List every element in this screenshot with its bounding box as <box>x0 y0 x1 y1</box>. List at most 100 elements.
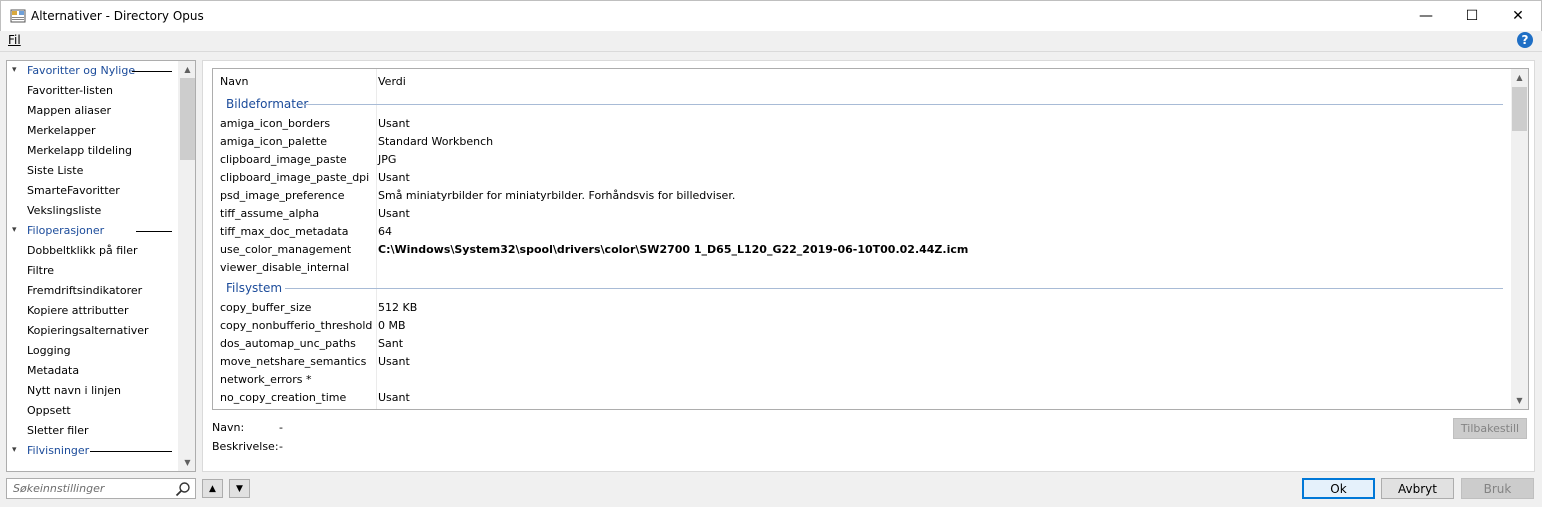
tree-item[interactable]: Vekslingsliste <box>7 201 195 221</box>
cancel-button[interactable]: Avbryt <box>1381 478 1454 499</box>
tree-item[interactable]: Merkelapp tildeling <box>7 141 195 161</box>
setting-row[interactable]: clipboard_image_paste JPG <box>213 151 1511 169</box>
tree-scrollbar[interactable]: ▲ ▼ <box>178 61 195 471</box>
name-label: Navn: <box>212 421 245 434</box>
setting-row[interactable]: tiff_max_doc_metadata 64 <box>213 223 1511 241</box>
tree-item[interactable]: Kopieringsalternativer <box>7 321 195 341</box>
move-down-button[interactable]: ▼ <box>229 479 250 498</box>
scroll-up-icon[interactable]: ▲ <box>1511 69 1528 86</box>
tree-item[interactable]: Kopiere attributter <box>7 301 195 321</box>
setting-value[interactable]: Usant <box>378 205 410 223</box>
column-header-name[interactable]: Navn <box>220 75 248 88</box>
tree-group-label: Filvisninger <box>27 444 90 457</box>
window-title: Alternativer - Directory Opus <box>31 9 204 23</box>
setting-row[interactable]: use_color_management C:\Windows\System32\… <box>213 241 1511 259</box>
setting-row[interactable]: psd_image_preference Små miniatyrbilder f… <box>213 187 1511 205</box>
setting-name: move_netshare_semantics <box>220 355 367 368</box>
minimize-button[interactable]: — <box>1403 1 1449 31</box>
setting-row[interactable]: clipboard_image_paste_dpi Usant <box>213 169 1511 187</box>
setting-value[interactable]: Standard Workbench <box>378 133 493 151</box>
scroll-thumb[interactable] <box>1512 87 1527 131</box>
tree-item[interactable]: Logging <box>7 341 195 361</box>
setting-name: clipboard_image_paste_dpi <box>220 171 370 184</box>
setting-row[interactable]: tiff_assume_alpha Usant <box>213 205 1511 223</box>
close-icon: ✕ <box>1512 8 1524 24</box>
tree-group[interactable]: ▾ Filvisninger <box>7 441 195 461</box>
setting-row[interactable]: amiga_icon_palette Standard Workbench <box>213 133 1511 151</box>
reset-button[interactable]: Tilbakestill <box>1453 418 1527 439</box>
tree-item[interactable]: Fremdriftsindikatorer <box>7 281 195 301</box>
setting-row[interactable]: viewer_disable_internal <box>213 259 1511 277</box>
maximize-button[interactable]: ☐ <box>1449 1 1495 31</box>
tree-item[interactable]: Nytt navn i linjen <box>7 381 195 401</box>
tree-item[interactable]: SmarteFavoritter <box>7 181 195 201</box>
setting-row[interactable]: no_copy_creation_time Usant <box>213 389 1511 407</box>
setting-value[interactable]: Sant <box>378 335 403 353</box>
setting-row[interactable]: amiga_icon_borders Usant <box>213 115 1511 133</box>
directory-opus-app-icon <box>10 9 26 23</box>
setting-value[interactable]: C:\Windows\System32\spool\drivers\color\… <box>378 241 968 259</box>
tree-item[interactable]: Favoritter-listen <box>7 81 195 101</box>
search-field[interactable] <box>6 478 196 499</box>
search-icon[interactable] <box>175 481 191 497</box>
setting-row[interactable]: dos_automap_unc_paths Sant <box>213 335 1511 353</box>
chevron-down-icon[interactable]: ▾ <box>12 65 17 75</box>
tree-group[interactable]: ▾ Filoperasjoner <box>7 221 195 241</box>
setting-row[interactable]: move_netshare_semantics Usant <box>213 353 1511 371</box>
menu-file[interactable]: Fil <box>8 33 21 47</box>
section-divider <box>303 104 1503 105</box>
arrow-up-icon: ▲ <box>209 483 216 494</box>
tree-item[interactable]: Sletter filer <box>7 421 195 441</box>
setting-name: copy_buffer_size <box>220 301 312 314</box>
menu-bar: Fil <box>0 31 1542 52</box>
tree-item[interactable]: Oppsett <box>7 401 195 421</box>
help-icon[interactable]: ? <box>1517 32 1533 48</box>
setting-name: no_copy_creation_time <box>220 391 347 404</box>
options-tree: ▾ Favoritter og Nylige Favoritter-listen Ma… <box>6 60 196 472</box>
tree-item[interactable]: Metadata <box>7 361 195 381</box>
move-up-button[interactable]: ▲ <box>202 479 223 498</box>
setting-name: tiff_max_doc_metadata <box>220 225 349 238</box>
setting-value[interactable]: 0 MB <box>378 317 406 335</box>
name-value: - <box>279 421 283 434</box>
grid-rows: Bildeformater amiga_icon_borders Usant amig… <box>213 93 1511 407</box>
tree-item[interactable]: Siste Liste <box>7 161 195 181</box>
chevron-down-icon[interactable]: ▾ <box>12 445 17 455</box>
setting-value[interactable]: 64 <box>378 223 392 241</box>
column-header-value[interactable]: Verdi <box>378 75 406 88</box>
ok-button[interactable]: Ok <box>1302 478 1375 499</box>
setting-value[interactable]: 512 KB <box>378 299 417 317</box>
setting-value[interactable]: Små miniatyrbilder for miniatyrbilder. F… <box>378 187 735 205</box>
setting-value[interactable]: Usant <box>378 353 410 371</box>
settings-pane: Navn Verdi Bildeformater amiga_icon_borde… <box>202 60 1535 472</box>
tree-group[interactable]: ▾ Favoritter og Nylige <box>7 61 195 81</box>
setting-value[interactable]: Usant <box>378 389 410 407</box>
title-bar: Alternativer - Directory Opus — ☐ ✕ <box>0 0 1542 31</box>
tree-group-label: Filoperasjoner <box>27 224 105 237</box>
setting-name: tiff_assume_alpha <box>220 207 320 220</box>
setting-value[interactable]: Usant <box>378 169 410 187</box>
setting-row[interactable]: copy_buffer_size 512 KB <box>213 299 1511 317</box>
close-button[interactable]: ✕ <box>1495 1 1541 31</box>
scroll-down-icon[interactable]: ▼ <box>179 454 195 471</box>
tree-item[interactable]: Merkelapper <box>7 121 195 141</box>
search-input[interactable] <box>7 479 167 498</box>
setting-row[interactable]: copy_nonbufferio_threshold 0 MB <box>213 317 1511 335</box>
section-header: Bildeformater <box>213 93 1511 115</box>
section-header: Filsystem <box>213 277 1511 299</box>
tree-item[interactable]: Dobbeltklikk på filer <box>7 241 195 261</box>
setting-value[interactable]: JPG <box>378 151 396 169</box>
group-divider <box>132 71 172 72</box>
section-title: Bildeformater <box>226 97 309 111</box>
chevron-down-icon[interactable]: ▾ <box>12 225 17 235</box>
apply-button[interactable]: Bruk <box>1461 478 1534 499</box>
tree-item[interactable]: Mappen aliaser <box>7 101 195 121</box>
scroll-up-icon[interactable]: ▲ <box>179 61 195 78</box>
setting-name: psd_image_preference <box>220 189 345 202</box>
setting-row[interactable]: network_errors * <box>213 371 1511 389</box>
tree-item[interactable]: Filtre <box>7 261 195 281</box>
grid-scrollbar[interactable]: ▲ ▼ <box>1511 69 1528 409</box>
setting-value[interactable]: Usant <box>378 115 410 133</box>
scroll-down-icon[interactable]: ▼ <box>1511 392 1528 409</box>
scroll-thumb[interactable] <box>180 78 195 160</box>
